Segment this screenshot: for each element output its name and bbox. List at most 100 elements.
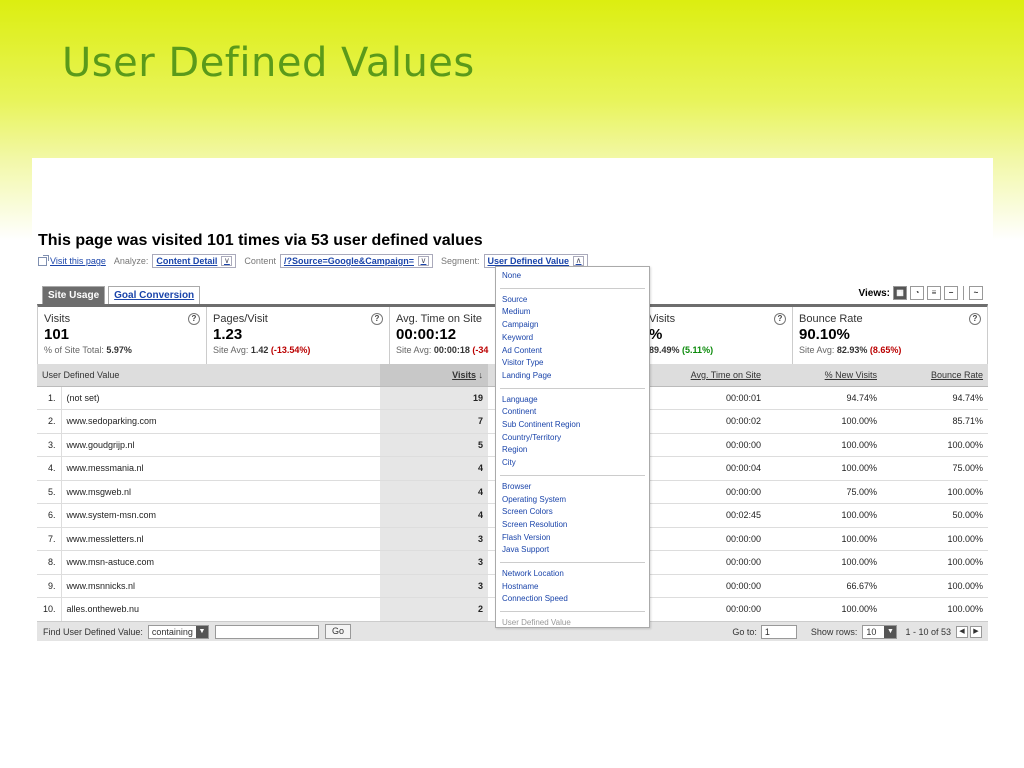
row-name: www.msn-astuce.com [61, 550, 380, 575]
segment-option[interactable]: Continent [496, 406, 649, 419]
metric-value: 1.23 [213, 326, 243, 343]
pagination: Go to: 1 Show rows: 10 ▼ 1 - 10 of 53 ◀ … [732, 624, 982, 639]
row-bounce-rate: 100.00% [882, 527, 988, 551]
header-avg-time[interactable]: Avg. Time on Site [642, 364, 766, 387]
segment-option[interactable]: Landing Page [496, 370, 649, 383]
segment-option[interactable]: Browser [496, 481, 649, 494]
row-number: 4. [37, 456, 62, 481]
content-select-value: /?Source=Google&Campaign= [283, 256, 414, 266]
row-number: 10. [37, 597, 62, 622]
header-dimension: User Defined Value [37, 364, 380, 387]
header-visits[interactable]: Visits ↓ [380, 364, 488, 387]
segment-option[interactable]: Country/Territory [496, 432, 649, 445]
show-rows-select[interactable]: 10 ▼ [862, 624, 898, 639]
segment-option[interactable]: Source [496, 294, 649, 307]
tab-site-usage[interactable]: Site Usage [42, 286, 106, 304]
content-label: Content [244, 256, 276, 266]
row-visits: 7 [380, 409, 488, 434]
row-new-visits: 100.00% [766, 550, 882, 575]
report-tabs: Site Usage Goal Conversion [42, 286, 201, 304]
table-view-icon[interactable]: ▦ [893, 286, 907, 300]
bar-view-icon[interactable]: ≡ [927, 286, 941, 300]
help-icon[interactable]: ? [969, 313, 981, 325]
segment-option[interactable]: Campaign [496, 319, 649, 332]
row-number: 6. [37, 503, 62, 528]
row-bounce-rate: 100.00% [882, 433, 988, 457]
row-bounce-rate: 100.00% [882, 597, 988, 622]
row-number: 9. [37, 574, 62, 598]
segment-option[interactable]: None [496, 270, 649, 283]
segment-option[interactable]: Medium [496, 306, 649, 319]
metric-bounce-rate: Bounce Rate 90.10% Site Avg: 82.93% (8.6… [793, 307, 987, 364]
metric-subtext: Site Avg: 1.42 (-13.54%) [213, 345, 311, 355]
row-visits: 5 [380, 433, 488, 457]
segment-option[interactable]: Hostname [496, 581, 649, 594]
segment-option[interactable]: Ad Content [496, 345, 649, 358]
help-icon[interactable]: ? [774, 313, 786, 325]
segment-option[interactable]: Flash Version [496, 532, 649, 545]
menu-divider [500, 387, 645, 389]
segment-option[interactable]: Screen Colors [496, 506, 649, 519]
content-select[interactable]: /?Source=Google&Campaign= ∨ [279, 254, 433, 268]
row-name: www.goudgrijp.nl [61, 433, 380, 457]
help-icon[interactable]: ? [371, 313, 383, 325]
segment-option[interactable]: Visitor Type [496, 357, 649, 370]
chevron-down-icon: ∨ [221, 256, 233, 266]
row-visits: 4 [380, 456, 488, 481]
metric-title: Bounce Rate [799, 313, 863, 325]
row-bounce-rate: 50.00% [882, 503, 988, 528]
row-new-visits: 100.00% [766, 597, 882, 622]
metric-title: Pages/Visit [213, 313, 268, 325]
comparison-view-icon[interactable]: − [944, 286, 958, 300]
segment-option[interactable]: Sub Continent Region [496, 419, 649, 432]
header-new-visits[interactable]: % New Visits [766, 364, 882, 387]
row-name: www.messletters.nl [61, 527, 380, 551]
prev-page-icon[interactable]: ◀ [956, 625, 968, 638]
filter-go-button[interactable]: Go [324, 624, 351, 639]
filter-mode-select[interactable]: containing ▼ [147, 624, 209, 639]
view-divider [963, 286, 964, 300]
row-visits: 3 [380, 527, 488, 551]
row-number: 5. [37, 480, 62, 504]
row-name: www.msgweb.nl [61, 480, 380, 504]
metric-subtext: % of Site Total: 5.97% [44, 345, 132, 355]
metric-value: 101 [44, 326, 70, 343]
row-bounce-rate: 94.74% [882, 386, 988, 410]
segment-label: Segment: [440, 256, 480, 266]
metric-visits: Visits 101 % of Site Total: 5.97% ? [38, 307, 207, 364]
row-avg-time: 00:00:00 [642, 597, 766, 622]
help-icon[interactable]: ? [188, 313, 200, 325]
segment-option[interactable]: Screen Resolution [496, 519, 649, 532]
page-title: This page was visited 101 times via 53 u… [38, 232, 483, 249]
views-label: Views: [858, 287, 891, 299]
next-page-icon[interactable]: ▶ [970, 625, 982, 638]
row-number: 8. [37, 550, 62, 575]
visit-page-link[interactable]: Visit this page [50, 256, 106, 266]
row-visits: 2 [380, 597, 488, 622]
segment-option[interactable]: Connection Speed [496, 593, 649, 606]
row-new-visits: 100.00% [766, 527, 882, 551]
menu-divider [500, 287, 645, 289]
metric-value: 90.10% [799, 326, 850, 343]
row-bounce-rate: 100.00% [882, 574, 988, 598]
tab-goal-conversion[interactable]: Goal Conversion [108, 286, 201, 304]
row-visits: 19 [380, 386, 488, 410]
segment-select-value: User Defined Value [487, 256, 570, 266]
segment-option[interactable]: Network Location [496, 568, 649, 581]
goto-input[interactable]: 1 [760, 624, 797, 639]
segment-option[interactable]: Java Support [496, 544, 649, 557]
header-bounce-rate[interactable]: Bounce Rate [882, 364, 988, 387]
row-bounce-rate: 100.00% [882, 480, 988, 504]
segment-option[interactable]: City [496, 457, 649, 470]
segment-option[interactable]: Region [496, 444, 649, 457]
segment-option[interactable]: Keyword [496, 332, 649, 345]
pie-view-icon[interactable]: ◔ [910, 286, 924, 300]
page-range: 1 - 10 of 53 [905, 626, 951, 637]
row-name: (not set) [61, 386, 380, 410]
segment-option[interactable]: Operating System [496, 494, 649, 507]
line-chart-icon[interactable]: ~ [969, 286, 983, 300]
filter-input[interactable] [214, 624, 319, 639]
chevron-down-icon: ▼ [884, 625, 897, 638]
segment-option[interactable]: Language [496, 394, 649, 407]
analyze-select[interactable]: Content Detail ∨ [152, 254, 237, 268]
